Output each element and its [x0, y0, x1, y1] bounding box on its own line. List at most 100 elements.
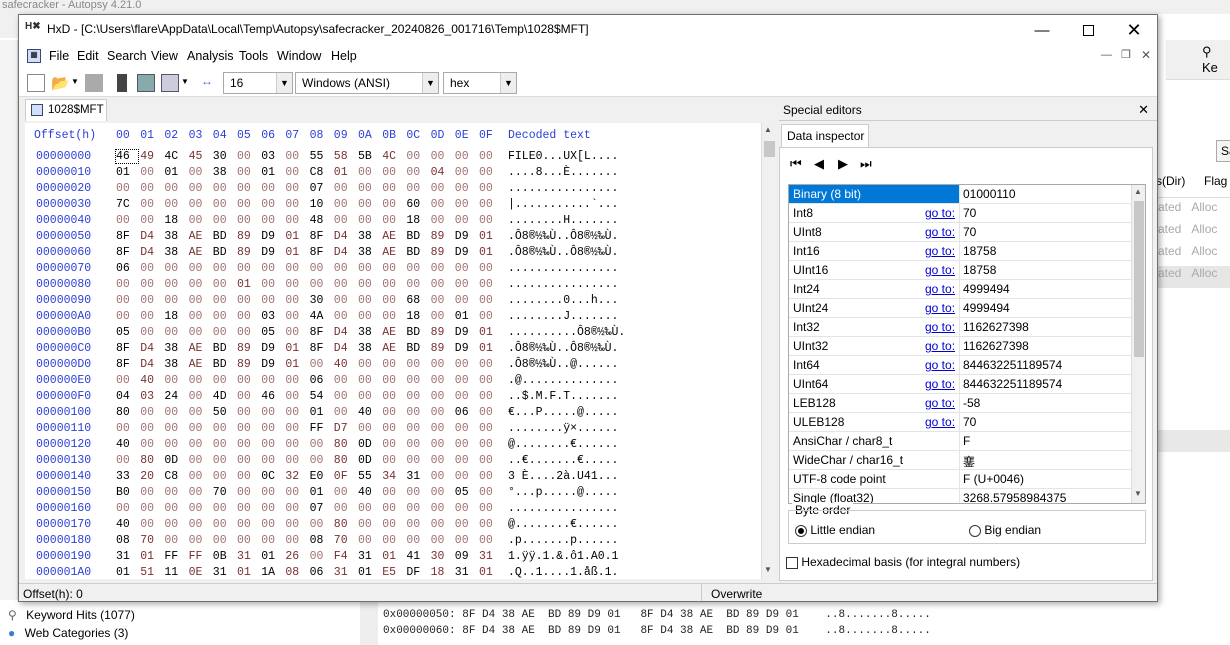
- hex-byte[interactable]: 00: [479, 454, 501, 467]
- hex-byte[interactable]: 4D: [213, 390, 235, 403]
- hex-byte[interactable]: 00: [334, 310, 356, 323]
- hex-byte[interactable]: 00: [213, 534, 235, 547]
- hex-byte[interactable]: 00: [455, 422, 477, 435]
- hex-byte[interactable]: 40: [116, 438, 138, 451]
- hex-byte[interactable]: 00: [334, 214, 356, 227]
- goto-link[interactable]: go to:: [925, 320, 955, 334]
- hex-byte[interactable]: 80: [116, 406, 138, 419]
- hex-byte[interactable]: D4: [140, 358, 162, 371]
- hex-byte[interactable]: 00: [479, 214, 501, 227]
- hex-byte[interactable]: 00: [431, 534, 453, 547]
- table-row[interactable]: ated Alloc: [1158, 222, 1230, 244]
- hex-byte[interactable]: 00: [382, 518, 404, 531]
- hex-byte[interactable]: 00: [140, 166, 162, 179]
- decoded-text[interactable]: .Ô8®½‰Ù..Ô8®½‰Ù.: [508, 342, 618, 355]
- hex-byte[interactable]: 40: [140, 374, 162, 387]
- hex-byte[interactable]: 01: [261, 166, 283, 179]
- decoded-text[interactable]: ........0...h...: [508, 294, 618, 307]
- hex-byte[interactable]: 38: [358, 246, 380, 259]
- hex-byte[interactable]: 00: [140, 518, 162, 531]
- decoded-text[interactable]: °...p.....@.....: [508, 486, 618, 499]
- hex-byte[interactable]: 00: [140, 262, 162, 275]
- hex-byte[interactable]: 00: [406, 374, 428, 387]
- inspector-value[interactable]: 70: [963, 206, 976, 220]
- hex-byte[interactable]: 00: [310, 278, 332, 291]
- keyword-search-button[interactable]: ⚲ Ke: [1202, 44, 1230, 75]
- hex-byte[interactable]: 01: [285, 246, 307, 259]
- hex-byte[interactable]: D9: [455, 230, 477, 243]
- inspector-value[interactable]: 1162627398: [963, 339, 1029, 353]
- hex-byte[interactable]: D4: [140, 246, 162, 259]
- inspector-row[interactable]: Int64 go to: 844632251189574: [789, 356, 1131, 375]
- decoded-text[interactable]: ................: [508, 182, 618, 195]
- hex-byte[interactable]: 51: [140, 566, 162, 579]
- decoded-text[interactable]: ................: [508, 502, 618, 515]
- hex-byte[interactable]: 00: [382, 374, 404, 387]
- hex-byte[interactable]: 00: [358, 198, 380, 211]
- inspector-value[interactable]: 4999494: [963, 301, 1010, 315]
- hex-byte[interactable]: 05: [116, 326, 138, 339]
- hex-byte[interactable]: 00: [164, 486, 186, 499]
- hex-byte[interactable]: 38: [164, 358, 186, 371]
- hex-byte[interactable]: 00: [285, 422, 307, 435]
- hex-byte[interactable]: 00: [479, 262, 501, 275]
- goto-link[interactable]: go to:: [925, 377, 955, 391]
- decoded-text[interactable]: .Q..1....1.åß.1.: [508, 566, 618, 579]
- hex-byte[interactable]: 38: [358, 230, 380, 243]
- hex-byte[interactable]: 00: [237, 326, 259, 339]
- hex-byte[interactable]: 05: [261, 326, 283, 339]
- hex-byte[interactable]: 30: [310, 294, 332, 307]
- little-endian-radio[interactable]: Little endian: [795, 523, 875, 537]
- hex-byte[interactable]: 00: [358, 294, 380, 307]
- hex-byte[interactable]: 00: [237, 502, 259, 515]
- hex-byte[interactable]: 00: [261, 438, 283, 451]
- hex-byte[interactable]: 00: [358, 278, 380, 291]
- hex-byte[interactable]: 00: [164, 182, 186, 195]
- hex-byte[interactable]: D4: [334, 246, 356, 259]
- tree-item-web-categories[interactable]: ● Web Categories (3): [8, 626, 128, 640]
- inspector-row[interactable]: Binary (8 bit) 01000110: [789, 185, 1131, 204]
- hex-byte[interactable]: 05: [455, 486, 477, 499]
- column-header-flags[interactable]: Flag: [1204, 174, 1227, 188]
- hex-byte[interactable]: 00: [140, 198, 162, 211]
- hex-byte[interactable]: 00: [140, 486, 162, 499]
- hex-byte[interactable]: 00: [406, 182, 428, 195]
- hex-byte[interactable]: 00: [285, 502, 307, 515]
- hex-byte[interactable]: 00: [237, 438, 259, 451]
- hex-byte[interactable]: 00: [358, 358, 380, 371]
- hex-byte[interactable]: 00: [140, 294, 162, 307]
- hex-byte[interactable]: 00: [406, 406, 428, 419]
- hex-byte[interactable]: 89: [237, 230, 259, 243]
- hex-byte[interactable]: 00: [455, 278, 477, 291]
- hex-byte[interactable]: 4C: [382, 150, 404, 163]
- hex-byte[interactable]: 00: [310, 454, 332, 467]
- hex-byte[interactable]: 01: [382, 550, 404, 563]
- hex-byte[interactable]: D4: [334, 230, 356, 243]
- hex-byte[interactable]: 00: [261, 486, 283, 499]
- hex-byte[interactable]: 00: [334, 502, 356, 515]
- hex-byte[interactable]: D9: [455, 246, 477, 259]
- tab-file[interactable]: 1028$MFT: [25, 99, 107, 121]
- decoded-text[interactable]: ........J.......: [508, 310, 618, 323]
- hex-byte[interactable]: 00: [479, 310, 501, 323]
- hex-byte[interactable]: 00: [479, 502, 501, 515]
- hex-byte[interactable]: 70: [213, 486, 235, 499]
- hex-byte[interactable]: D4: [140, 342, 162, 355]
- hex-byte[interactable]: 03: [261, 310, 283, 323]
- hex-byte[interactable]: 00: [237, 262, 259, 275]
- hex-byte[interactable]: 26: [285, 550, 307, 563]
- hex-byte[interactable]: 80: [334, 438, 356, 451]
- new-file-icon[interactable]: [27, 74, 45, 92]
- hex-byte[interactable]: 00: [237, 198, 259, 211]
- scroll-thumb[interactable]: [764, 141, 775, 157]
- hex-byte[interactable]: 00: [189, 262, 211, 275]
- hex-byte[interactable]: 00: [358, 518, 380, 531]
- hex-byte[interactable]: 31: [358, 550, 380, 563]
- hex-byte[interactable]: 00: [334, 374, 356, 387]
- hex-byte[interactable]: 80: [140, 454, 162, 467]
- hex-byte[interactable]: 00: [164, 198, 186, 211]
- hex-byte[interactable]: BD: [213, 246, 235, 259]
- hex-byte[interactable]: 00: [189, 438, 211, 451]
- hex-byte[interactable]: 18: [406, 214, 428, 227]
- hex-byte[interactable]: 4C: [164, 150, 186, 163]
